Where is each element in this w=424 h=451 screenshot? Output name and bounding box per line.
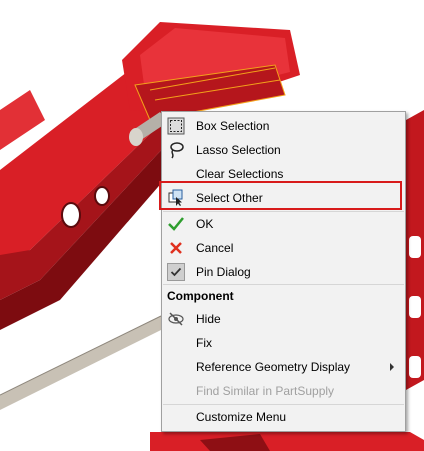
- bottom-link: [150, 432, 424, 451]
- menu-item-box-selection[interactable]: Box Selection: [163, 115, 404, 137]
- menu-item-label: Clear Selections: [196, 167, 284, 181]
- menu-item-label: Fix: [196, 336, 212, 350]
- menu-item-customize-menu[interactable]: Customize Menu: [163, 406, 404, 428]
- menu-item-label: Customize Menu: [196, 410, 287, 424]
- menu-item-label: OK: [196, 217, 214, 231]
- menu-item-reference-geometry-display[interactable]: Reference Geometry Display: [163, 356, 404, 378]
- link-arm-right: [406, 110, 424, 390]
- select-other-icon: [167, 189, 185, 207]
- menu-item-hide[interactable]: Hide: [163, 308, 404, 330]
- menu-item-clear-selections[interactable]: Clear Selections: [163, 163, 404, 185]
- menu-item-label: Box Selection: [196, 119, 270, 133]
- hide-icon: [167, 310, 185, 328]
- submenu-arrow-icon: [390, 363, 394, 371]
- menu-separator: [163, 284, 404, 285]
- pin-dialog-icon: [167, 263, 185, 281]
- checkmark-icon: [167, 215, 185, 233]
- lasso-selection-icon: [167, 141, 185, 159]
- menu-separator: [163, 211, 404, 212]
- menu-item-fix[interactable]: Fix: [163, 332, 404, 354]
- menu-item-label: Cancel: [196, 241, 234, 255]
- menu-item-cancel[interactable]: Cancel: [163, 237, 404, 259]
- menu-item-lasso-selection[interactable]: Lasso Selection: [163, 139, 404, 161]
- menu-item-label: Reference Geometry Display: [196, 360, 351, 374]
- menu-item-label: Hide: [196, 312, 221, 326]
- menu-item-pin-dialog[interactable]: Pin Dialog: [163, 261, 404, 283]
- box-selection-icon: [167, 117, 185, 135]
- context-menu: Box Selection Lasso Selection Clear Sele…: [161, 111, 406, 432]
- menu-item-select-other[interactable]: Select Other: [163, 187, 404, 209]
- menu-item-label: Lasso Selection: [196, 143, 281, 157]
- menu-section-header: Component: [167, 289, 234, 303]
- menu-item-ok[interactable]: OK: [163, 213, 404, 235]
- cancel-x-icon: [167, 239, 185, 257]
- menu-item-find-similar-partsupply: Find Similar in PartSupply: [163, 380, 404, 402]
- menu-separator: [163, 404, 404, 405]
- menu-item-label: Find Similar in PartSupply: [196, 384, 335, 398]
- menu-item-label: Select Other: [196, 191, 263, 205]
- menu-item-label: Pin Dialog: [196, 265, 251, 279]
